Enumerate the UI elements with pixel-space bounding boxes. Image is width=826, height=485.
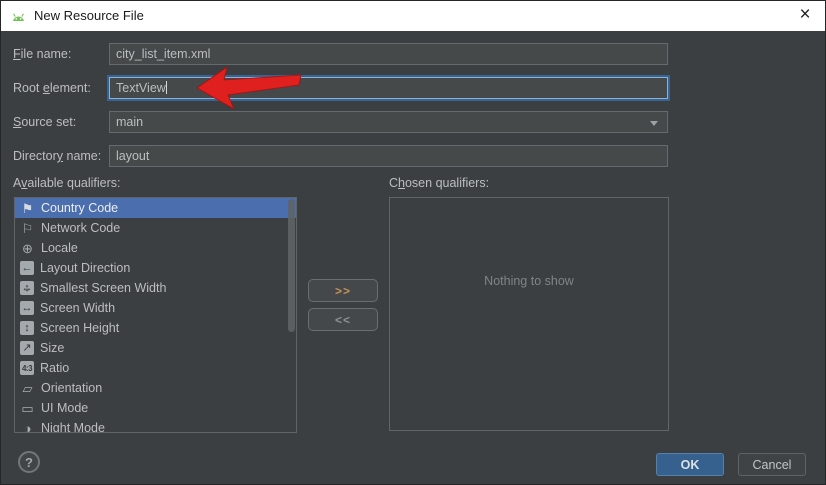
close-icon[interactable]: × [789,1,821,31]
qualifier-item-ratio[interactable]: 4:3 Ratio [15,358,296,378]
qualifier-item-size[interactable]: ↗ Size [15,338,296,358]
chosen-qualifiers-panel[interactable]: Nothing to show [389,197,669,431]
diagonal-arrow-icon: ↗ [20,341,34,355]
ok-button[interactable]: OK [656,453,724,476]
orientation-icon: ▱ [22,380,33,396]
title-bar: New Resource File × [1,1,825,31]
directory-name-input[interactable]: layout [109,145,668,167]
source-set-dropdown[interactable]: main [109,111,668,133]
qualifier-label: Orientation [41,381,103,395]
cancel-button[interactable]: Cancel [738,453,806,476]
height-arrow-icon: ↕ [20,321,34,335]
qualifier-item-screen-width[interactable]: ↔ Screen Width [15,298,296,318]
qualifier-label: Screen Width [40,301,116,315]
qualifier-item-smallest-screen-width[interactable]: ↔ ↕ Smallest Screen Width [15,278,296,298]
source-set-label: Source set: [13,115,77,129]
move-left-button[interactable]: << [308,308,378,331]
qualifier-item-screen-height[interactable]: ↕ Screen Height [15,318,296,338]
qualifier-item-ui-mode[interactable]: ▭ UI Mode [15,398,296,418]
available-qualifiers-list[interactable]: ⚑ Country Code ⚐ Network Code ⊕ Locale ←… [14,197,297,433]
available-qualifiers-label: Available qualifiers: [13,176,121,190]
qualifier-label: Night Mode [41,421,105,433]
chosen-qualifiers-label: Chosen qualifiers: [389,176,490,190]
flag-globe-icon: ⚑ [21,200,34,216]
qualifier-label: Country Code [41,201,119,215]
ratio-icon: 4:3 [20,361,34,375]
help-button[interactable]: ? [18,451,40,473]
move-right-button[interactable]: >> [308,279,378,302]
qualifier-label: Smallest Screen Width [40,281,167,295]
globe-icon: ⊕ [22,240,33,256]
qualifier-label: Screen Height [40,321,120,335]
qualifier-label: Size [40,341,65,355]
android-icon [13,13,24,21]
file-name-label: File name: [13,47,72,61]
qualifier-item-network-code[interactable]: ⚐ Network Code [15,218,296,238]
width-arrow-icon: ↔ [20,301,34,315]
root-element-input[interactable]: TextView [107,75,670,101]
qualifier-label: Ratio [40,361,70,375]
empty-state-text: Nothing to show [484,274,574,288]
qualifier-label: Layout Direction [40,261,131,275]
ui-mode-icon: ▭ [21,400,34,416]
night-mode-icon: ◑ [23,420,32,433]
qualifier-item-night-mode[interactable]: ◑ Night Mode [15,418,296,433]
qualifier-item-layout-direction[interactable]: ← Layout Direction [15,258,296,278]
file-name-input[interactable]: city_list_item.xml [109,43,668,65]
expand-arrows-icon: ↔ ↕ [20,281,34,295]
qualifier-item-orientation[interactable]: ▱ Orientation [15,378,296,398]
new-resource-file-dialog: New Resource File × File name: city_list… [0,0,826,485]
flag-signal-icon: ⚐ [21,220,34,236]
dialog-title: New Resource File [34,8,144,23]
scrollbar-thumb[interactable] [288,199,295,332]
qualifier-label: UI Mode [41,401,89,415]
root-element-label: Root element: [13,81,91,95]
qualifier-label: Network Code [41,221,121,235]
qualifier-label: Locale [41,241,78,255]
chevron-down-icon [650,121,658,126]
qualifier-item-country-code[interactable]: ⚑ Country Code [15,198,296,218]
text-caret [165,81,167,94]
directory-name-label: Directory name: [13,149,102,163]
qualifier-item-locale[interactable]: ⊕ Locale [15,238,296,258]
left-arrow-icon: ← [20,261,34,275]
